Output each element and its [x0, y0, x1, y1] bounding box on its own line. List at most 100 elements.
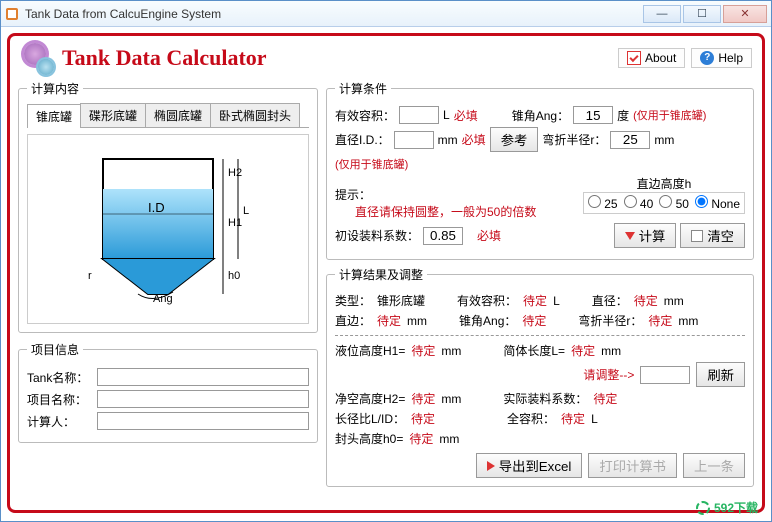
app-logo-icon	[20, 41, 54, 75]
close-button[interactable]: ✕	[723, 5, 767, 23]
svg-text:H1: H1	[228, 217, 242, 229]
reference-button[interactable]: 参考	[490, 127, 539, 152]
radio-none[interactable]: None	[695, 195, 740, 211]
cone-ang-unit: 度	[617, 107, 629, 124]
adjust-input[interactable]	[640, 366, 690, 384]
help-label: Help	[718, 51, 743, 65]
window-title: Tank Data from CalcuEngine System	[25, 7, 643, 21]
calculate-button[interactable]: 计算	[614, 223, 677, 248]
tank-diagram: I.D H2 H1 L h0 r Ang	[27, 134, 309, 324]
project-info-group: 项目信息 Tank名称： 项目名称： 计算人：	[18, 341, 318, 443]
clear-button[interactable]: 清空	[680, 223, 745, 248]
res-type-val: 锥形底罐	[377, 292, 425, 309]
total-vol-val: 待定	[561, 410, 585, 427]
tank-name-input[interactable]	[97, 368, 309, 386]
res-bendr-val: 待定	[648, 312, 672, 329]
watermark: 592下载	[696, 499, 758, 516]
total-vol-label: 全容积：	[507, 410, 555, 427]
about-label: About	[645, 51, 676, 65]
maximize-button[interactable]: ☐	[683, 5, 721, 23]
eff-vol-unit: L	[443, 108, 450, 122]
refresh-button[interactable]: 刷新	[696, 362, 745, 387]
init-fill-label: 初设装料系数：	[335, 227, 419, 244]
res-coneang-val: 待定	[522, 312, 546, 329]
check-icon	[627, 51, 641, 65]
calc-content-legend: 计算内容	[27, 80, 83, 97]
res-edge-label: 直边：	[335, 312, 371, 329]
print-button[interactable]: 打印计算书	[588, 453, 677, 478]
res-diameter-val: 待定	[634, 292, 658, 309]
hint-label: 提示：	[335, 186, 371, 203]
project-name-input[interactable]	[97, 390, 309, 408]
diameter-input[interactable]	[394, 131, 434, 149]
tube-len-val: 待定	[571, 342, 595, 359]
res-diameter-label: 直径：	[592, 292, 628, 309]
actual-fill-label: 实际装料系数：	[503, 390, 587, 407]
export-excel-button[interactable]: 导出到Excel	[476, 453, 583, 478]
adjust-label: 请调整-->	[583, 366, 634, 383]
head-h-val: 待定	[409, 430, 433, 447]
svg-text:h0: h0	[228, 270, 240, 282]
results-group: 计算结果及调整 类型：锥形底罐 有效容积：待定L 直径：待定mm 直边：待定mm…	[326, 266, 754, 487]
app-icon	[5, 7, 19, 21]
help-icon: ?	[700, 51, 714, 65]
res-bendr-label: 弯折半径r：	[578, 312, 642, 329]
bend-r-label: 弯折半径r：	[542, 131, 606, 148]
eff-vol-input[interactable]	[399, 106, 439, 124]
svg-text:Ang: Ang	[153, 293, 173, 305]
res-effvol-val: 待定	[523, 292, 547, 309]
cone-ang-input[interactable]	[573, 106, 613, 124]
tab-horizontal-ellipse[interactable]: 卧式椭圆封头	[210, 103, 300, 127]
calc-conditions-group: 计算条件 有效容积： L 必填 锥角Ang： 度 (仅用于锥底罐) 直径I.D.…	[326, 80, 754, 260]
bend-r-only: (仅用于锥底罐)	[335, 156, 408, 172]
calculator-label: 计算人：	[27, 413, 97, 430]
eff-vol-required: 必填	[454, 107, 478, 124]
res-effvol-label: 有效容积：	[457, 292, 517, 309]
res-type-label: 类型：	[335, 292, 371, 309]
radio-40[interactable]: 40	[624, 195, 654, 211]
eff-vol-label: 有效容积：	[335, 107, 395, 124]
svg-text:L: L	[243, 205, 249, 217]
minimize-button[interactable]: —	[643, 5, 681, 23]
cone-ang-only: (仅用于锥底罐)	[633, 107, 706, 123]
init-fill-input[interactable]	[423, 227, 463, 245]
radio-50[interactable]: 50	[659, 195, 689, 211]
project-name-label: 项目名称：	[27, 391, 97, 408]
head-h-label: 封头高度h0=	[335, 430, 403, 447]
calculator-input[interactable]	[97, 412, 309, 430]
svg-text:H2: H2	[228, 167, 242, 179]
hint-text: 直径请保持圆整，一般为50的倍数	[355, 203, 536, 220]
bend-r-unit: mm	[654, 133, 674, 147]
tank-name-label: Tank名称：	[27, 369, 97, 386]
results-legend: 计算结果及调整	[335, 266, 427, 283]
about-button[interactable]: About	[618, 48, 685, 68]
arrow-right-icon	[487, 461, 495, 471]
tube-len-label: 简体长度L=	[503, 342, 565, 359]
tab-ellipse-bottom[interactable]: 椭圆底罐	[145, 103, 211, 127]
eraser-icon	[691, 230, 703, 242]
calc-content-group: 计算内容 锥底罐 碟形底罐 椭圆底罐 卧式椭圆封头	[18, 80, 318, 333]
radio-25[interactable]: 25	[588, 195, 618, 211]
prev-button[interactable]: 上一条	[683, 453, 745, 478]
edge-h-label: 直边高度h	[583, 175, 745, 192]
ratio-label: 长径比L/ID：	[335, 410, 405, 427]
tab-dish-bottom[interactable]: 碟形底罐	[80, 103, 146, 127]
actual-fill-val: 待定	[593, 390, 617, 407]
ratio-val: 待定	[411, 410, 435, 427]
cone-ang-label: 锥角Ang：	[512, 107, 569, 124]
res-edge-val: 待定	[377, 312, 401, 329]
diameter-unit: mm	[438, 133, 458, 147]
svg-text:r: r	[88, 270, 92, 282]
bend-r-input[interactable]	[610, 131, 650, 149]
help-button[interactable]: ? Help	[691, 48, 752, 68]
svg-text:I.D: I.D	[148, 200, 165, 215]
clear-h-val: 待定	[411, 390, 435, 407]
project-info-legend: 项目信息	[27, 341, 83, 358]
calc-conditions-legend: 计算条件	[335, 80, 391, 97]
clear-h-label: 净空高度H2=	[335, 390, 405, 407]
diameter-required: 必填	[462, 131, 486, 148]
liquid-h-val: 待定	[411, 342, 435, 359]
watermark-icon	[696, 501, 710, 515]
arrow-down-icon	[625, 232, 635, 240]
tab-cone-bottom[interactable]: 锥底罐	[27, 104, 81, 128]
